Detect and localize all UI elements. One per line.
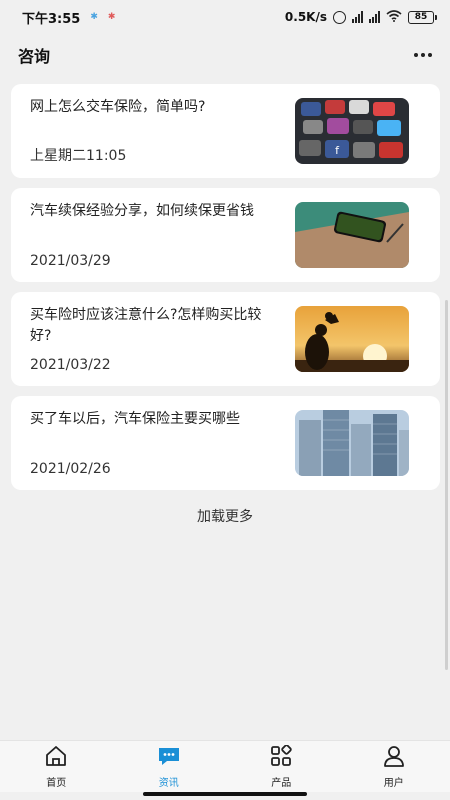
battery-level: 85 — [414, 12, 428, 22]
article-thumbnail — [295, 202, 409, 268]
more-dots-icon[interactable] — [412, 45, 434, 65]
article-date: 2021/03/22 — [30, 357, 111, 373]
article-date: 2021/02/26 — [30, 461, 111, 477]
scrollbar[interactable] — [445, 300, 448, 670]
app-notification-icon-2: ✱ — [107, 12, 116, 22]
article-date: 2021/03/29 — [30, 253, 111, 269]
battery-icon: 85 — [408, 10, 437, 24]
status-time: 下午3:55 — [22, 11, 81, 27]
wifi-icon — [386, 9, 402, 25]
skyscrapers-image — [295, 410, 409, 476]
article-list: 网上怎么交车保险，简单吗? 上星期二11:05 f 汽车续保经验分享，如何续保更… — [11, 84, 440, 500]
signal-icon — [352, 11, 363, 23]
app-notification-icon: ✱ — [90, 12, 98, 22]
article-title: 买了车以后，汽车保险主要买哪些 — [30, 411, 240, 427]
article-text: 汽车续保经验分享，如何续保更省钱 2021/03/29 — [30, 201, 282, 269]
article-card[interactable]: 买了车以后，汽车保险主要买哪些 2021/02/26 — [11, 396, 440, 490]
network-speed: 0.5K/s — [284, 10, 327, 24]
status-bar: 下午3:55 ✱ ✱ 0.5K/s 85 — [0, 0, 450, 34]
article-text: 买车险时应该注意什么?怎样购买比较好? 2021/03/22 — [30, 305, 282, 373]
tab-home[interactable]: 首页 — [0, 741, 113, 792]
load-more-button[interactable]: 加载更多 — [0, 506, 450, 526]
tab-news[interactable]: 资讯 — [113, 741, 226, 792]
tab-products[interactable]: 产品 — [225, 741, 338, 792]
page-title: 咨询 — [18, 47, 51, 66]
tab-label: 产品 — [271, 778, 292, 789]
article-card[interactable]: 买车险时应该注意什么?怎样购买比较好? 2021/03/22 — [11, 292, 440, 386]
chat-icon — [157, 745, 181, 771]
app-header: 咨询 — [0, 34, 450, 76]
article-title: 汽车续保经验分享，如何续保更省钱 — [30, 203, 254, 219]
tab-label: 资讯 — [158, 778, 179, 789]
tab-label: 用户 — [383, 778, 404, 789]
article-date: 上星期二11:05 — [30, 148, 127, 164]
article-card[interactable]: 汽车续保经验分享，如何续保更省钱 2021/03/29 — [11, 188, 440, 282]
article-thumbnail — [295, 410, 409, 476]
signal-icon-2 — [369, 11, 380, 23]
status-left: 下午3:55 ✱ ✱ — [22, 8, 115, 27]
user-icon — [382, 745, 406, 771]
article-title: 买车险时应该注意什么?怎样购买比较好? — [30, 307, 262, 344]
article-card[interactable]: 网上怎么交车保险，简单吗? 上星期二11:05 f — [11, 84, 440, 178]
alarm-icon — [333, 10, 346, 24]
article-text: 买了车以后，汽车保险主要买哪些 2021/02/26 — [30, 409, 282, 477]
article-thumbnail — [295, 306, 409, 372]
phone-on-desk-image — [295, 202, 409, 268]
grid-icon — [269, 744, 293, 771]
social-media-apps-image: f — [295, 98, 409, 164]
home-indicator — [143, 792, 307, 796]
article-thumbnail: f — [295, 98, 409, 164]
status-right: 0.5K/s 85 — [284, 9, 437, 25]
tab-user[interactable]: 用户 — [338, 741, 450, 792]
home-icon — [44, 745, 68, 771]
bottom-tab-bar: 首页 资讯 产品 用户 — [0, 740, 450, 792]
article-text: 网上怎么交车保险，简单吗? 上星期二11:05 — [30, 97, 282, 165]
article-title: 网上怎么交车保险，简单吗? — [30, 99, 206, 115]
sunset-silhouette-image — [295, 306, 409, 372]
tab-label: 首页 — [46, 778, 67, 789]
